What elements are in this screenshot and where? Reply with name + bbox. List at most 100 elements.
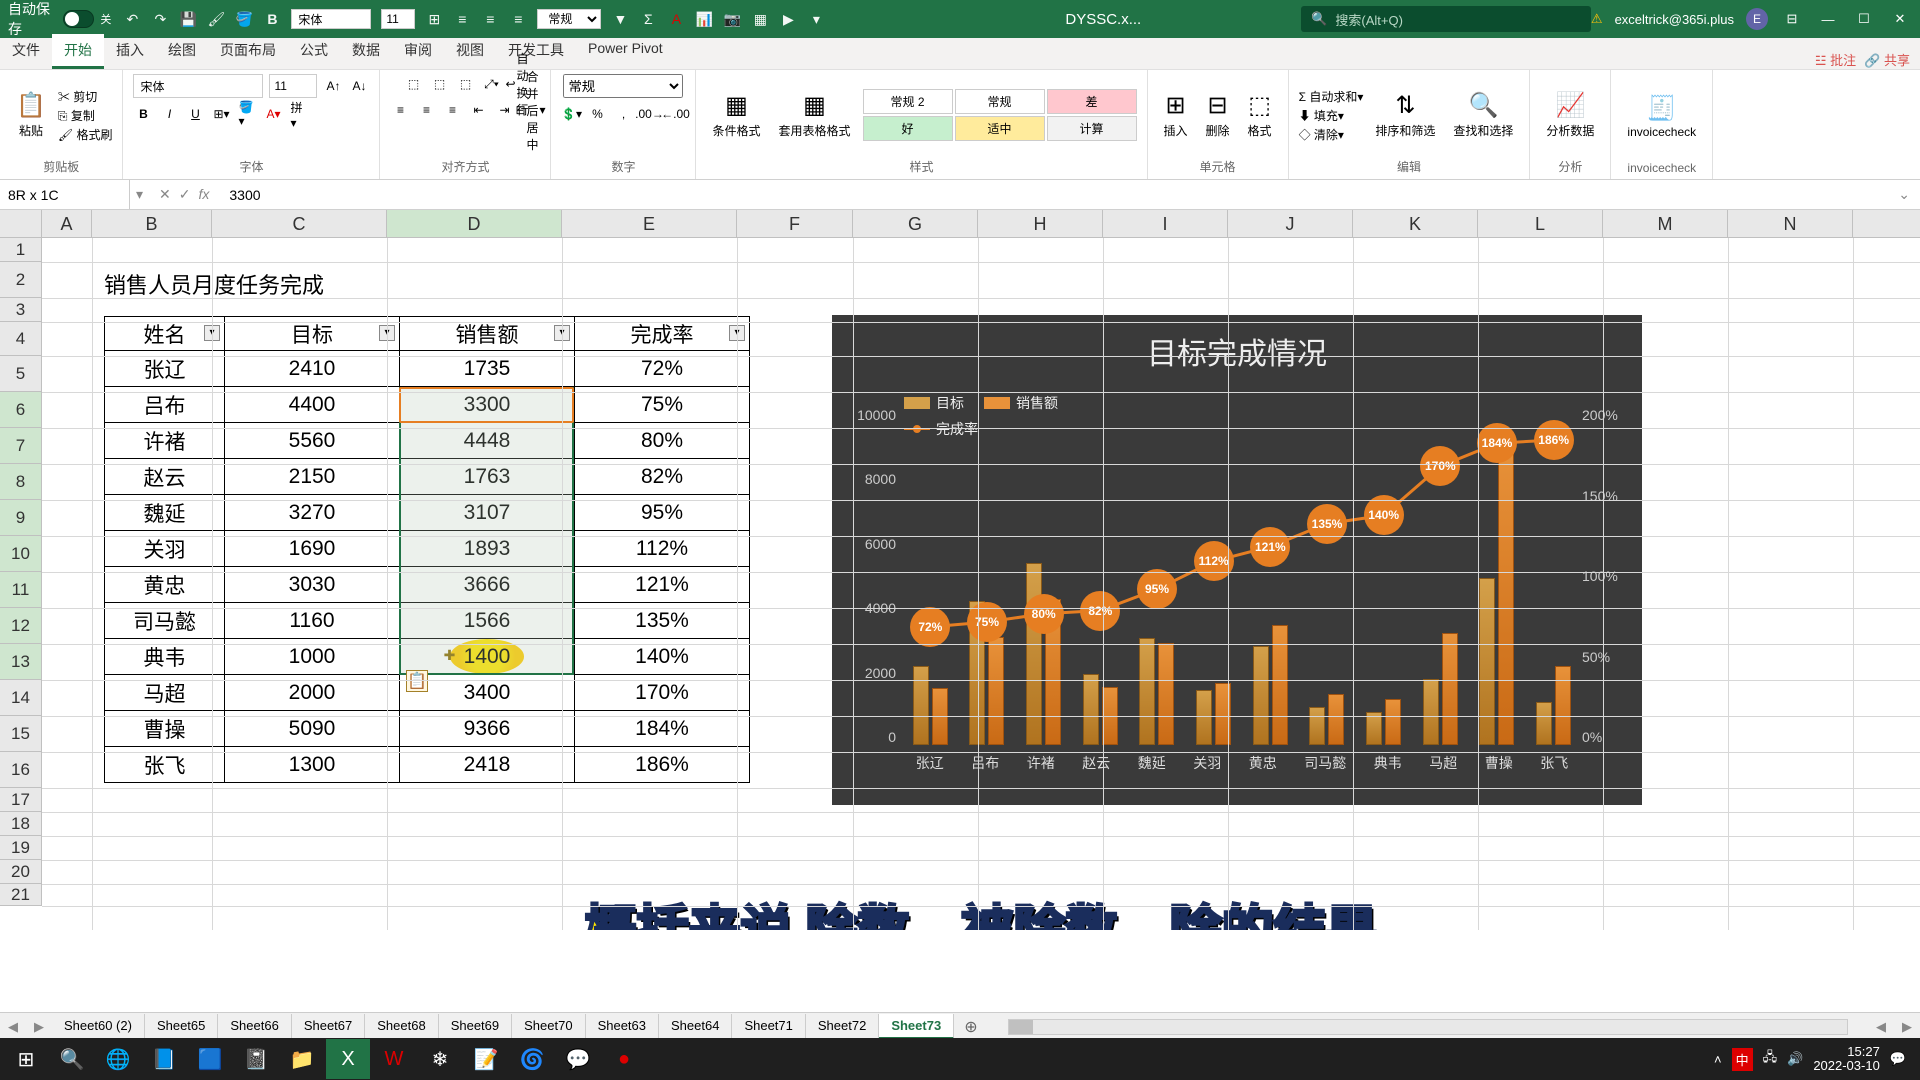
tray-up-icon[interactable]: ˄ (1714, 1052, 1722, 1067)
menu-tab-2[interactable]: 插入 (104, 34, 156, 69)
enter-formula-icon[interactable]: ✓ (179, 186, 191, 203)
invoice-button[interactable]: 🧾invoicecheck (1621, 90, 1702, 143)
fontcolor-icon[interactable]: A (667, 10, 685, 28)
sheet-tab[interactable]: Sheet71 (732, 1014, 805, 1039)
warning-icon[interactable]: ⚠ (1591, 11, 1603, 27)
explorer-icon[interactable]: 📁 (280, 1039, 324, 1079)
menu-tab-9[interactable]: 开发工具 (496, 34, 576, 69)
col-header-B[interactable]: B (92, 210, 212, 237)
freeze-icon[interactable]: ▦ (751, 10, 769, 28)
row-header-8[interactable]: 8 (0, 464, 42, 500)
align-r-icon[interactable]: ≡ (442, 100, 462, 120)
camera-icon[interactable]: 📷 (723, 10, 741, 28)
comments-button[interactable]: ☳ 批注 (1815, 50, 1856, 69)
fill-icon[interactable]: 🪣 (235, 10, 253, 28)
sheet-tab[interactable]: Sheet66 (218, 1014, 291, 1039)
delete-cells-button[interactable]: ⊟删除 (1200, 87, 1236, 143)
avatar[interactable]: E (1746, 8, 1768, 30)
col-header-C[interactable]: C (212, 210, 387, 237)
wrap-button[interactable]: ↩ 自动换行 (507, 74, 527, 94)
sheet-tab[interactable]: Sheet68 (365, 1014, 438, 1039)
merge-button[interactable]: ⊟ 合并后居中▾ (520, 100, 540, 120)
minimize-icon[interactable]: — (1816, 7, 1840, 31)
format-painter-button[interactable]: 🖌 格式刷 (58, 126, 113, 143)
col-header-L[interactable]: L (1478, 210, 1603, 237)
app-icon-2[interactable]: 🟦 (188, 1039, 232, 1079)
numfmt-select[interactable]: 常规 (563, 74, 683, 98)
row-header-16[interactable]: 16 (0, 752, 42, 788)
underline-button[interactable]: U (185, 104, 205, 124)
notifications-icon[interactable]: 💬 (1890, 1051, 1906, 1067)
indent-dec-icon[interactable]: ⇤ (468, 100, 488, 120)
align-mid-icon[interactable]: ⬚ (429, 74, 449, 94)
currency-icon[interactable]: 💲▾ (561, 104, 581, 124)
percent-icon[interactable]: % (587, 104, 607, 124)
row-header-3[interactable]: 3 (0, 298, 42, 322)
sheet-tab[interactable]: Sheet64 (659, 1014, 732, 1039)
col-header-A[interactable]: A (42, 210, 92, 237)
scroll-left-icon[interactable]: ◀ (1868, 1019, 1894, 1035)
table-format-button[interactable]: ▦套用表格格式 (773, 87, 857, 143)
col-header-H[interactable]: H (978, 210, 1103, 237)
orientation-icon[interactable]: ⤢▾ (481, 74, 501, 94)
edge-icon[interactable]: 🌀 (510, 1039, 554, 1079)
align-bot-icon[interactable]: ⬚ (455, 74, 475, 94)
worksheet-grid[interactable]: ABCDEFGHIJKLMN 1234567891011121314151617… (0, 210, 1920, 930)
row-header-13[interactable]: 13 (0, 644, 42, 680)
undo-icon[interactable]: ↶ (123, 10, 141, 28)
align-center-icon[interactable]: ≡ (481, 10, 499, 28)
sheet-nav-next-icon[interactable]: ▶ (26, 1019, 52, 1035)
app-icon-3[interactable]: ❄ (418, 1039, 462, 1079)
phonetic-button[interactable]: 拼▾ (289, 104, 309, 124)
row-header-18[interactable]: 18 (0, 812, 42, 836)
row-header-19[interactable]: 19 (0, 836, 42, 860)
record-icon[interactable]: ● (602, 1039, 646, 1079)
sum-icon[interactable]: Σ (639, 10, 657, 28)
align-l-icon[interactable]: ≡ (390, 100, 410, 120)
dropdown-icon[interactable]: ▾ (807, 10, 825, 28)
dec-decimal-icon[interactable]: ←.00 (665, 104, 685, 124)
row-header-20[interactable]: 20 (0, 860, 42, 884)
style-cell-0[interactable]: 常规 2 (863, 89, 953, 114)
col-header-I[interactable]: I (1103, 210, 1228, 237)
align-left-icon[interactable]: ≡ (453, 10, 471, 28)
indent-inc-icon[interactable]: ⇥ (494, 100, 514, 120)
sheet-tab[interactable]: Sheet65 (145, 1014, 218, 1039)
italic-button[interactable]: I (159, 104, 179, 124)
name-box[interactable]: 8R x 1C (0, 180, 130, 209)
row-header-9[interactable]: 9 (0, 500, 42, 536)
menu-tab-7[interactable]: 审阅 (392, 34, 444, 69)
brush-icon[interactable]: 🖌 (207, 10, 225, 28)
sheet-tab[interactable]: Sheet67 (292, 1014, 365, 1039)
row-header-6[interactable]: 6 (0, 392, 42, 428)
expand-formula-icon[interactable]: ⌄ (1888, 186, 1920, 203)
menu-tab-6[interactable]: 数据 (340, 34, 392, 69)
row-header-4[interactable]: 4 (0, 322, 42, 356)
style-cell-4[interactable]: 适中 (955, 116, 1045, 141)
start-icon[interactable]: ⊞ (4, 1039, 48, 1079)
menu-tab-10[interactable]: Power Pivot (576, 34, 675, 69)
col-header-N[interactable]: N (1728, 210, 1853, 237)
menu-tab-5[interactable]: 公式 (288, 34, 340, 69)
namebox-dropdown-icon[interactable]: ▾ (130, 186, 149, 203)
app-icon-4[interactable]: 📝 (464, 1039, 508, 1079)
row-header-5[interactable]: 5 (0, 356, 42, 392)
col-header-M[interactable]: M (1603, 210, 1728, 237)
row-header-2[interactable]: 2 (0, 262, 42, 298)
embedded-chart[interactable]: 目标完成情况 目标 销售额 完成率 1000080006000400020000… (832, 315, 1642, 805)
border-button[interactable]: ⊞▾ (211, 104, 231, 124)
wechat-icon[interactable]: 💬 (556, 1039, 600, 1079)
qat-fontsize[interactable] (381, 9, 415, 29)
cut-button[interactable]: ✂ 剪切 (58, 88, 113, 105)
filter-icon[interactable]: ▼ (611, 10, 629, 28)
comma-icon[interactable]: , (613, 104, 633, 124)
app-icon-1[interactable]: 📘 (142, 1039, 186, 1079)
row-header-11[interactable]: 11 (0, 572, 42, 608)
ime-icon[interactable]: 中 (1732, 1048, 1753, 1071)
data-table[interactable]: 姓名▾目标▾销售额▾完成率▾张辽2410173572%吕布4400330075%… (104, 316, 750, 783)
col-header-F[interactable]: F (737, 210, 853, 237)
style-cell-5[interactable]: 计算 (1047, 116, 1137, 141)
insert-cells-button[interactable]: ⊞插入 (1158, 87, 1194, 143)
bold-icon[interactable]: B (263, 10, 281, 28)
row-header-17[interactable]: 17 (0, 788, 42, 812)
